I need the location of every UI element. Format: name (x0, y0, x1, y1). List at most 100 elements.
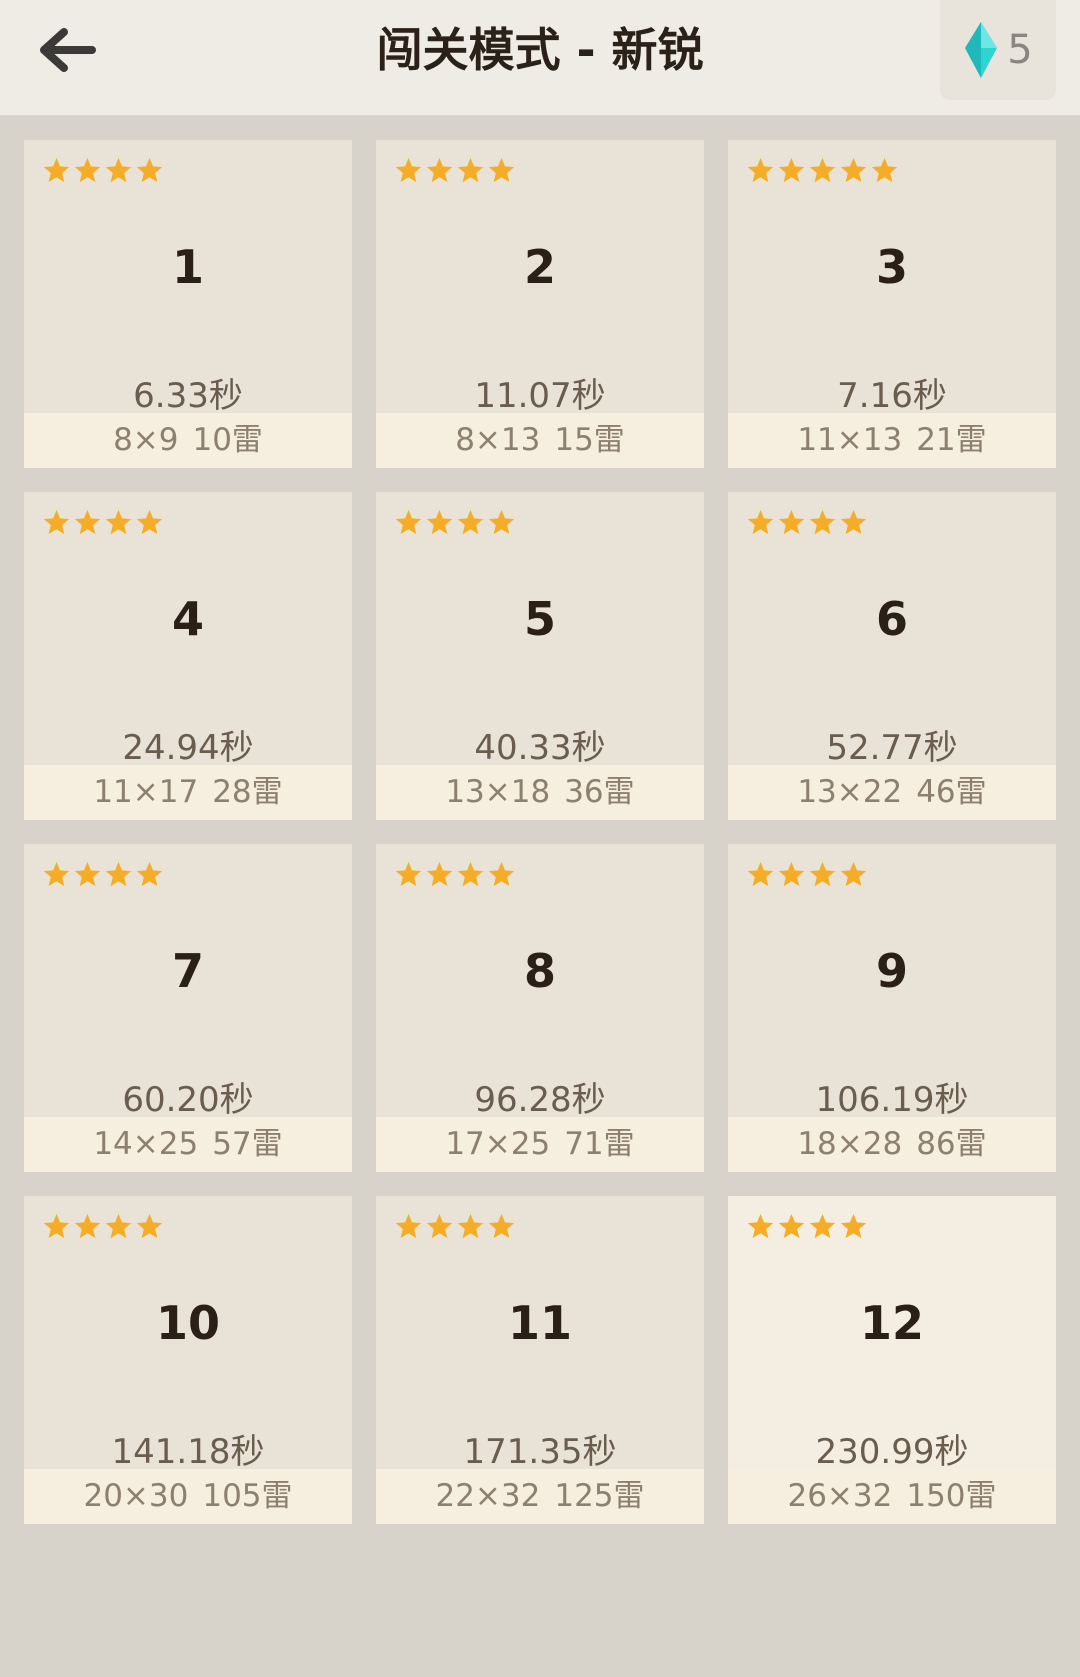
star-icon (74, 157, 101, 183)
star-icon (457, 861, 484, 887)
star-icon (74, 1213, 101, 1239)
board-size: 22×32 (435, 1478, 541, 1514)
star-rating (746, 1212, 868, 1241)
best-time: 11.07秒 (474, 376, 606, 416)
star-rating (394, 156, 516, 185)
best-time: 106.19秒 (815, 1080, 969, 1120)
star-icon (43, 157, 70, 183)
board-info: 8×13 15雷 (376, 413, 704, 468)
star-icon (747, 1213, 774, 1239)
star-icon (809, 861, 836, 887)
mine-count: 21雷 (916, 422, 987, 458)
best-time: 40.33秒 (474, 728, 606, 768)
board-size: 11×17 (93, 774, 199, 810)
board-info: 26×32 150雷 (728, 1469, 1056, 1524)
best-time: 230.99秒 (815, 1432, 969, 1472)
level-card-1[interactable]: 1 6.33秒 8×9 10雷 (24, 140, 352, 468)
star-icon (105, 861, 132, 887)
level-card-3[interactable]: 3 7.16秒 11×13 21雷 (728, 140, 1056, 468)
star-icon (395, 861, 422, 887)
level-number: 2 (523, 240, 556, 294)
star-icon (809, 509, 836, 535)
level-card-8[interactable]: 8 96.28秒 17×25 71雷 (376, 844, 704, 1172)
star-icon (74, 509, 101, 535)
star-icon (840, 157, 867, 183)
star-icon (105, 1213, 132, 1239)
level-card-2[interactable]: 2 11.07秒 8×13 15雷 (376, 140, 704, 468)
star-icon (395, 509, 422, 535)
top-bar: 闯关模式 - 新锐 5 (0, 0, 1080, 116)
board-size: 13×18 (445, 774, 551, 810)
board-info: 17×25 71雷 (376, 1117, 704, 1172)
star-icon (395, 157, 422, 183)
mine-count: 86雷 (916, 1126, 987, 1162)
star-icon (136, 861, 163, 887)
board-info: 14×25 57雷 (24, 1117, 352, 1172)
star-icon (840, 861, 867, 887)
gem-icon (965, 22, 998, 78)
star-icon (426, 861, 453, 887)
board-info: 11×17 28雷 (24, 765, 352, 820)
star-icon (488, 157, 515, 183)
star-icon (395, 1213, 422, 1239)
star-icon (488, 1213, 515, 1239)
star-icon (778, 157, 805, 183)
best-time: 96.28秒 (474, 1080, 606, 1120)
star-icon (840, 1213, 867, 1239)
level-card-7[interactable]: 7 60.20秒 14×25 57雷 (24, 844, 352, 1172)
board-info: 22×32 125雷 (376, 1469, 704, 1524)
star-rating (746, 156, 899, 185)
star-rating (746, 860, 868, 889)
gem-counter[interactable]: 5 (940, 0, 1056, 100)
star-rating (42, 1212, 164, 1241)
star-icon (747, 157, 774, 183)
level-card-4[interactable]: 4 24.94秒 11×17 28雷 (24, 492, 352, 820)
level-card-11[interactable]: 11 171.35秒 22×32 125雷 (376, 1196, 704, 1524)
mine-count: 36雷 (564, 774, 635, 810)
star-rating (746, 508, 868, 537)
level-number: 1 (171, 240, 204, 294)
best-time: 60.20秒 (122, 1080, 254, 1120)
level-card-12[interactable]: 12 230.99秒 26×32 150雷 (728, 1196, 1056, 1524)
star-icon (457, 157, 484, 183)
star-icon (747, 861, 774, 887)
level-number: 5 (523, 592, 556, 646)
mine-count: 28雷 (212, 774, 283, 810)
star-icon (136, 509, 163, 535)
star-icon (488, 861, 515, 887)
level-number: 7 (171, 944, 204, 998)
best-time: 6.33秒 (133, 376, 243, 416)
star-rating (42, 508, 164, 537)
board-size: 11×13 (797, 422, 903, 458)
page-title: 闯关模式 - 新锐 (376, 23, 704, 77)
star-icon (778, 1213, 805, 1239)
board-info: 13×22 46雷 (728, 765, 1056, 820)
level-card-9[interactable]: 9 106.19秒 18×28 86雷 (728, 844, 1056, 1172)
level-card-6[interactable]: 6 52.77秒 13×22 46雷 (728, 492, 1056, 820)
star-icon (871, 157, 898, 183)
star-icon (809, 157, 836, 183)
star-rating (394, 1212, 516, 1241)
star-rating (394, 860, 516, 889)
mine-count: 105雷 (202, 1478, 293, 1514)
best-time: 141.18秒 (111, 1432, 265, 1472)
mine-count: 71雷 (564, 1126, 635, 1162)
board-size: 13×22 (797, 774, 903, 810)
level-number: 11 (507, 1296, 572, 1350)
mine-count: 125雷 (554, 1478, 645, 1514)
level-number: 8 (523, 944, 556, 998)
mine-count: 57雷 (212, 1126, 283, 1162)
best-time: 52.77秒 (826, 728, 958, 768)
star-rating (394, 508, 516, 537)
level-grid: 1 6.33秒 8×9 10雷 2 11.07秒 8×13 15雷 3 7.16秒 11×13 21雷… (24, 140, 1056, 1524)
level-card-10[interactable]: 10 141.18秒 20×30 105雷 (24, 1196, 352, 1524)
mine-count: 150雷 (906, 1478, 997, 1514)
board-info: 20×30 105雷 (24, 1469, 352, 1524)
level-card-5[interactable]: 5 40.33秒 13×18 36雷 (376, 492, 704, 820)
board-size: 18×28 (797, 1126, 903, 1162)
board-size: 20×30 (83, 1478, 189, 1514)
star-icon (778, 861, 805, 887)
star-icon (840, 509, 867, 535)
board-size: 17×25 (445, 1126, 551, 1162)
mine-count: 10雷 (192, 422, 263, 458)
